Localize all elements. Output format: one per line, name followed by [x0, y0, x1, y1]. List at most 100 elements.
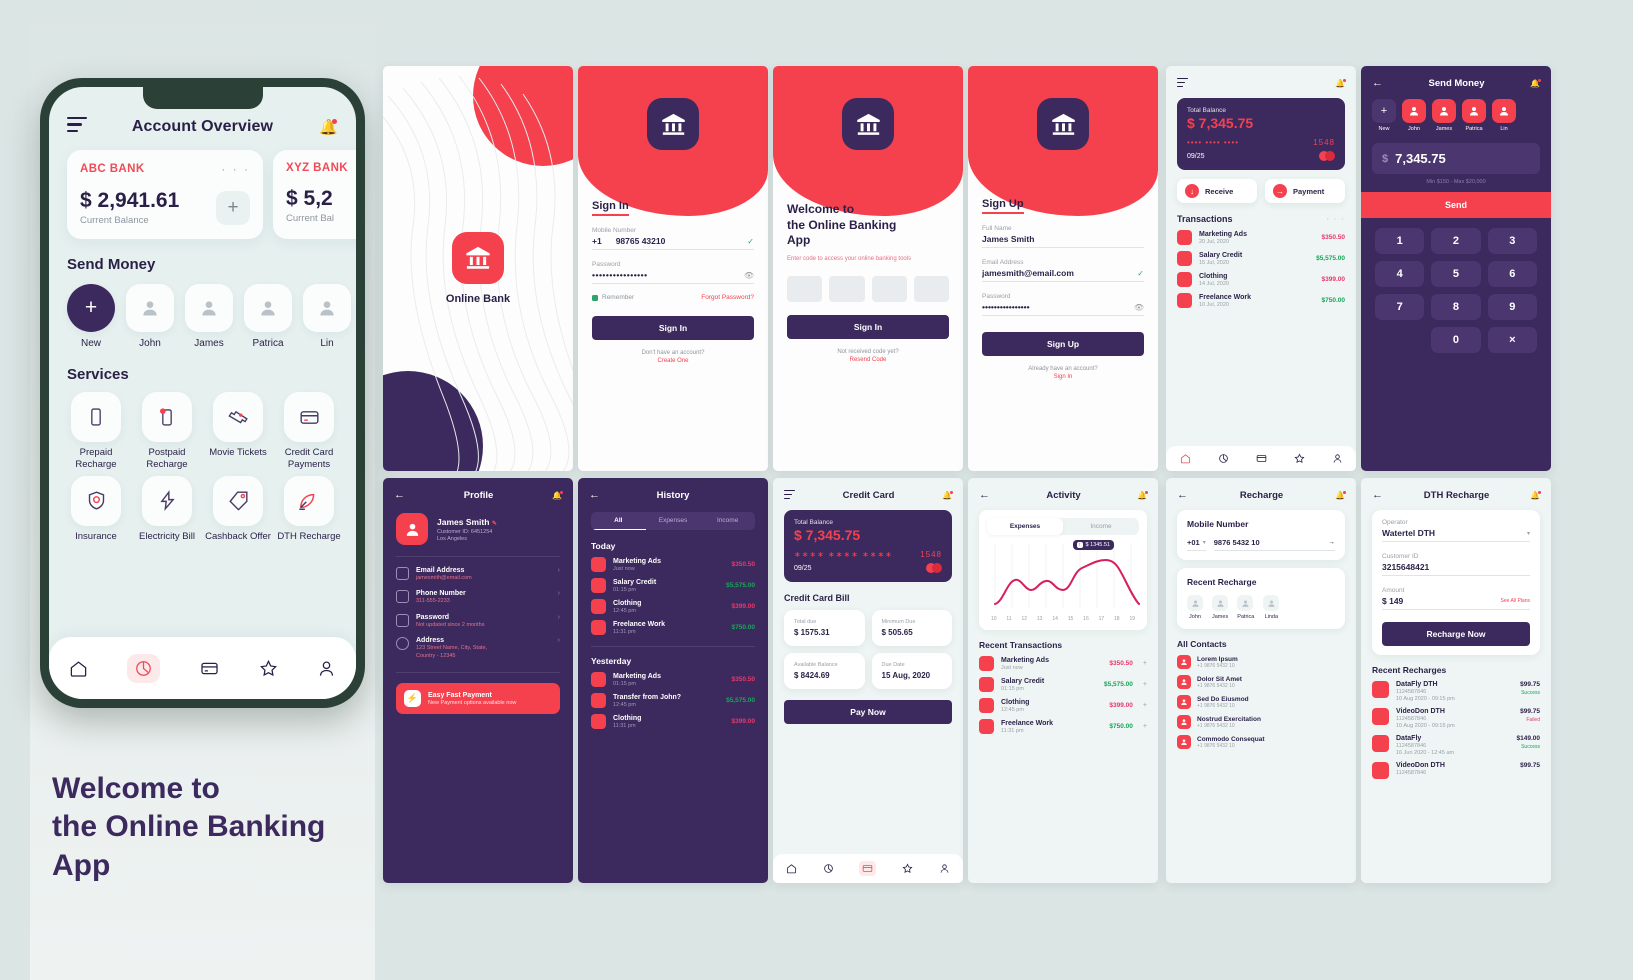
signup-button[interactable]: Sign Up: [982, 332, 1144, 356]
recipient-linda[interactable]: Lin: [1492, 99, 1516, 132]
table-row[interactable]: Freelance Work 11:31 pm $750.00 +: [979, 719, 1147, 734]
recipients-row[interactable]: + New John James Patrica Lin: [1361, 89, 1551, 132]
list-item[interactable]: Email Address jamesmith@email.com ›: [396, 567, 560, 582]
screen-credit-card[interactable]: Credit Card 🔔 Total Balance $ 7,345.75 ∗…: [773, 478, 963, 883]
mobile-input[interactable]: 98765 43210: [616, 236, 748, 246]
service-credit-card-payments[interactable]: Credit Card Payments: [276, 392, 342, 471]
forgot-password-link[interactable]: Forgot Password?: [701, 294, 754, 301]
receive-button[interactable]: ↓ Receive: [1177, 179, 1257, 204]
bell-icon[interactable]: 🔔: [1335, 491, 1346, 500]
tab-expenses[interactable]: Expenses: [987, 518, 1063, 535]
eye-icon[interactable]: 👁: [1134, 303, 1144, 312]
see-all-plans-link[interactable]: See All Plans: [1501, 598, 1530, 604]
key-9[interactable]: 9: [1487, 294, 1537, 320]
otp-box-1[interactable]: [787, 276, 823, 303]
key-6[interactable]: 6: [1487, 261, 1537, 287]
chevron-right-icon[interactable]: ›: [558, 637, 560, 644]
list-item[interactable]: Commodo Consequat +1 9876 5432 10: [1177, 735, 1345, 749]
table-row[interactable]: VideoDon DTH 1124587846 $99.75: [1372, 762, 1540, 779]
email-field[interactable]: Email Address jamesmith@email.com ✓: [982, 259, 1144, 282]
key-5[interactable]: 5: [1431, 261, 1481, 287]
bell-icon[interactable]: 🔔: [942, 491, 953, 500]
activity-tabs[interactable]: Expenses Income: [987, 518, 1139, 535]
screen-splash[interactable]: Online Bank: [383, 66, 573, 471]
key-8[interactable]: 8: [1431, 294, 1481, 320]
service-electricity-bill[interactable]: Electricity Bill: [134, 475, 200, 543]
tab-home[interactable]: [1180, 453, 1191, 464]
tab-income[interactable]: Income: [1063, 518, 1139, 535]
edit-icon[interactable]: ✎: [492, 521, 497, 527]
table-row[interactable]: VideoDon DTH 1124587846 10 Aug 2020 - 09:1…: [1372, 708, 1540, 729]
password-input[interactable]: ••••••••••••••••: [592, 270, 648, 280]
tab-profile[interactable]: [1332, 453, 1343, 464]
table-row[interactable]: DataFly DTH 1124587846 10 Aug 2020 - 09:15…: [1372, 681, 1540, 702]
tab-activity[interactable]: [127, 653, 161, 683]
service-insurance[interactable]: Insurance: [63, 475, 129, 543]
tab-profile[interactable]: [317, 659, 336, 678]
list-item[interactable]: Address 123 Street Name, City, State, Cou…: [396, 637, 560, 660]
operator-field[interactable]: Operator Watertel DTH ▾: [1382, 519, 1530, 542]
plus-icon[interactable]: +: [1143, 681, 1147, 688]
list-item[interactable]: Sed Do Eiusmod +1 9876 5432 10: [1177, 695, 1345, 709]
mobile-field[interactable]: Mobile Number +1 98765 43210 ✓: [592, 227, 754, 250]
table-row[interactable]: Salary Credit 01:15 pm $5,575.00: [591, 578, 755, 593]
password-input[interactable]: ••••••••••••••••: [982, 302, 1030, 312]
person-james[interactable]: James: [185, 284, 233, 349]
key-1[interactable]: 1: [1375, 228, 1425, 254]
add-account-button[interactable]: +: [216, 190, 250, 225]
table-row[interactable]: Transfer from John? 12:45 pm $5,575.00: [591, 693, 755, 708]
screen-signup[interactable]: Sign Up Full Name James Smith Email Addr…: [968, 66, 1158, 471]
create-account-link[interactable]: Create One: [592, 358, 754, 364]
screen-welcome-otp[interactable]: Welcome to the Online Banking App Enter …: [773, 66, 963, 471]
hamburger-icon[interactable]: [1177, 78, 1188, 89]
list-item[interactable]: Dolor Sit Amet +1 9876 5432 10: [1177, 675, 1345, 689]
key-4[interactable]: 4: [1375, 261, 1425, 287]
service-cashback-offer[interactable]: Cashback Offer: [205, 475, 271, 543]
screen-history[interactable]: ← History All Expenses Income Today Mark…: [578, 478, 768, 883]
recipient-new[interactable]: + New: [1372, 99, 1396, 132]
screen-dashboard[interactable]: 🔔 Total Balance $ 7,345.75 •••• •••• •••…: [1166, 66, 1356, 471]
send-money-people[interactable]: + New John James Patrica Lin: [49, 273, 356, 349]
recent-james[interactable]: James: [1212, 595, 1228, 620]
recent-john[interactable]: John: [1187, 595, 1203, 620]
chevron-right-icon[interactable]: ›: [558, 614, 560, 621]
screen-recharge[interactable]: ← Recharge 🔔 Mobile Number +01 ▾ 9876 54…: [1166, 478, 1356, 883]
table-row[interactable]: Clothing 12:45 pm $399.00: [591, 599, 755, 614]
hamburger-icon[interactable]: [67, 117, 87, 136]
password-field[interactable]: Password •••••••••••••••• 👁: [982, 293, 1144, 316]
bell-icon[interactable]: 🔔: [318, 118, 338, 136]
password-field[interactable]: Password •••••••••••••••• 👁: [592, 261, 754, 284]
recent-people[interactable]: John James Patrica Linda: [1187, 595, 1335, 620]
service-movie-tickets[interactable]: Movie Tickets: [205, 392, 271, 471]
recipient-james[interactable]: James: [1432, 99, 1456, 132]
bottom-tab-bar[interactable]: [773, 854, 963, 883]
hamburger-icon[interactable]: [784, 490, 795, 501]
back-arrow-icon[interactable]: ←: [1372, 490, 1383, 501]
recent-linda[interactable]: Linda: [1263, 595, 1280, 620]
bell-icon[interactable]: 🔔: [1530, 79, 1541, 88]
back-arrow-icon[interactable]: ←: [394, 490, 405, 501]
bell-icon[interactable]: 🔔: [1530, 491, 1541, 500]
bell-icon[interactable]: 🔔: [1335, 79, 1346, 88]
list-item[interactable]: Nostrud Exercitation +1 9876 5432 10: [1177, 715, 1345, 729]
account-card[interactable]: XYZ BANK $ 5,2 Current Bal: [273, 150, 356, 240]
service-dth-recharge[interactable]: DTH Recharge: [276, 475, 342, 543]
bell-icon[interactable]: 🔔: [1137, 491, 1148, 500]
table-row[interactable]: Freelance Work 10 Jul, 2020 $750.00: [1177, 293, 1345, 309]
table-row[interactable]: Clothing 11:31 pm $399.00: [591, 714, 755, 729]
back-arrow-icon[interactable]: ←: [979, 490, 990, 501]
recipient-patrica[interactable]: Patrica: [1462, 99, 1486, 132]
screen-activity[interactable]: ← Activity 🔔 Expenses Income ↑ $ 1345.51…: [968, 478, 1158, 883]
table-row[interactable]: Clothing 14 Jul, 2020 $399.00: [1177, 272, 1345, 288]
otp-box-3[interactable]: [871, 276, 907, 303]
chevron-right-icon[interactable]: ›: [558, 590, 560, 597]
accounts-carousel[interactable]: ABC BANK · · · $ 2,941.61 Current Balanc…: [49, 142, 356, 240]
fullname-input[interactable]: James Smith: [982, 234, 1034, 244]
resend-code-link[interactable]: Resend Code: [787, 357, 949, 363]
signin-link[interactable]: Sign In: [982, 374, 1144, 380]
tab-expenses[interactable]: Expenses: [646, 512, 701, 530]
remember-checkbox[interactable]: Remember: [592, 294, 634, 301]
send-button[interactable]: Send: [1361, 192, 1551, 218]
tab-cards[interactable]: [859, 861, 877, 876]
bell-icon[interactable]: 🔔: [552, 491, 563, 500]
